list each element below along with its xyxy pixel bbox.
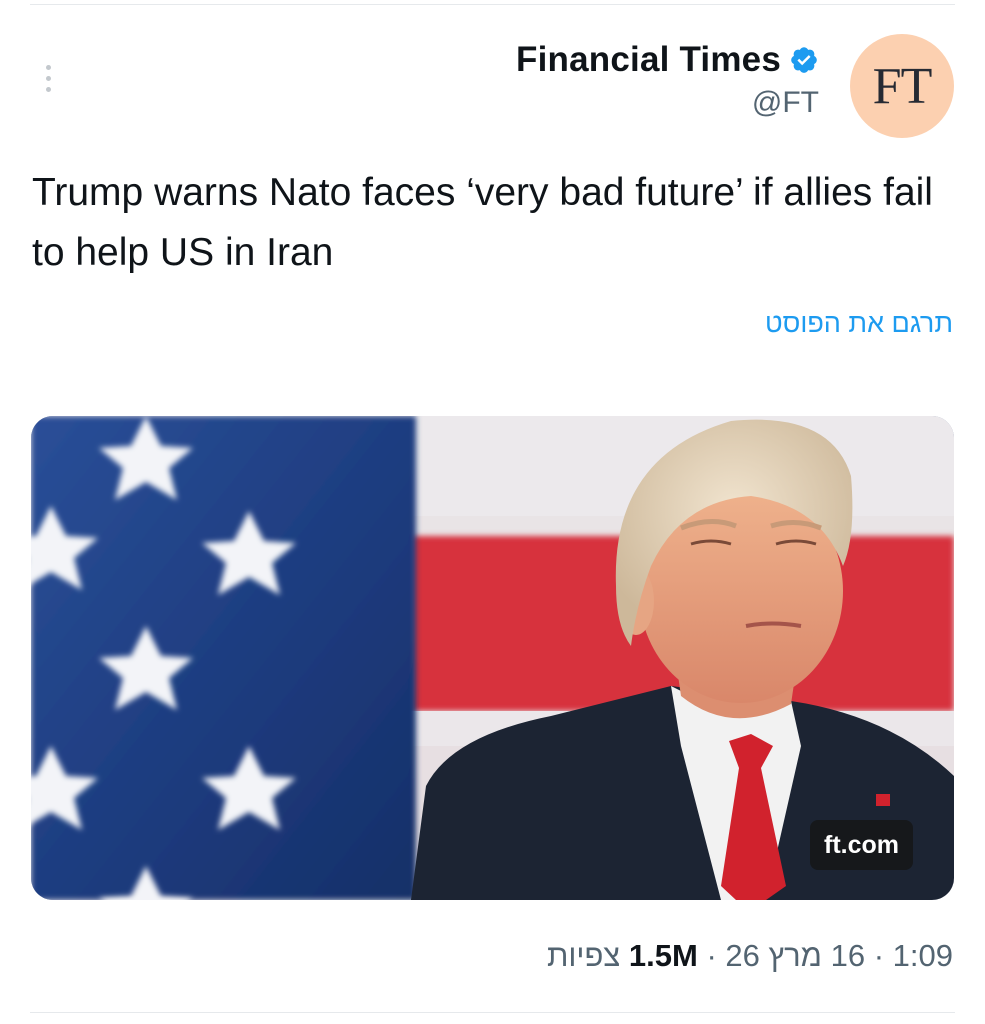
more-dot xyxy=(45,64,51,70)
post-text: Trump warns Nato faces ‘very bad future’… xyxy=(32,171,933,274)
bottom-divider xyxy=(30,1012,955,1013)
avatar-text: FT xyxy=(872,57,933,115)
author-handle[interactable]: @FT xyxy=(516,86,819,120)
post-date[interactable]: 16 מרץ 26 xyxy=(725,938,865,973)
author-name-row: Financial Times xyxy=(516,40,819,80)
views-count: 1.5M xyxy=(628,938,698,973)
avatar[interactable]: FT xyxy=(850,34,954,138)
top-divider xyxy=(30,4,955,5)
link-source-badge[interactable]: ft.com xyxy=(810,820,913,870)
views-label: צפיות xyxy=(546,938,621,973)
author-name[interactable]: Financial Times xyxy=(516,40,781,80)
more-dot xyxy=(45,75,51,81)
post-meta: 1:09 · 16 מרץ 26 · 1.5M צפיות xyxy=(547,938,953,974)
meta-separator: · xyxy=(873,938,885,973)
verified-badge-icon xyxy=(791,47,817,73)
author-block: Financial Times @FT xyxy=(516,40,819,120)
translate-post-link[interactable]: תרגם את הפוסט xyxy=(765,308,953,339)
more-options-icon[interactable] xyxy=(36,58,60,98)
meta-separator: · xyxy=(706,938,717,973)
post-time[interactable]: 1:09 xyxy=(893,938,953,973)
more-dot xyxy=(45,86,51,92)
